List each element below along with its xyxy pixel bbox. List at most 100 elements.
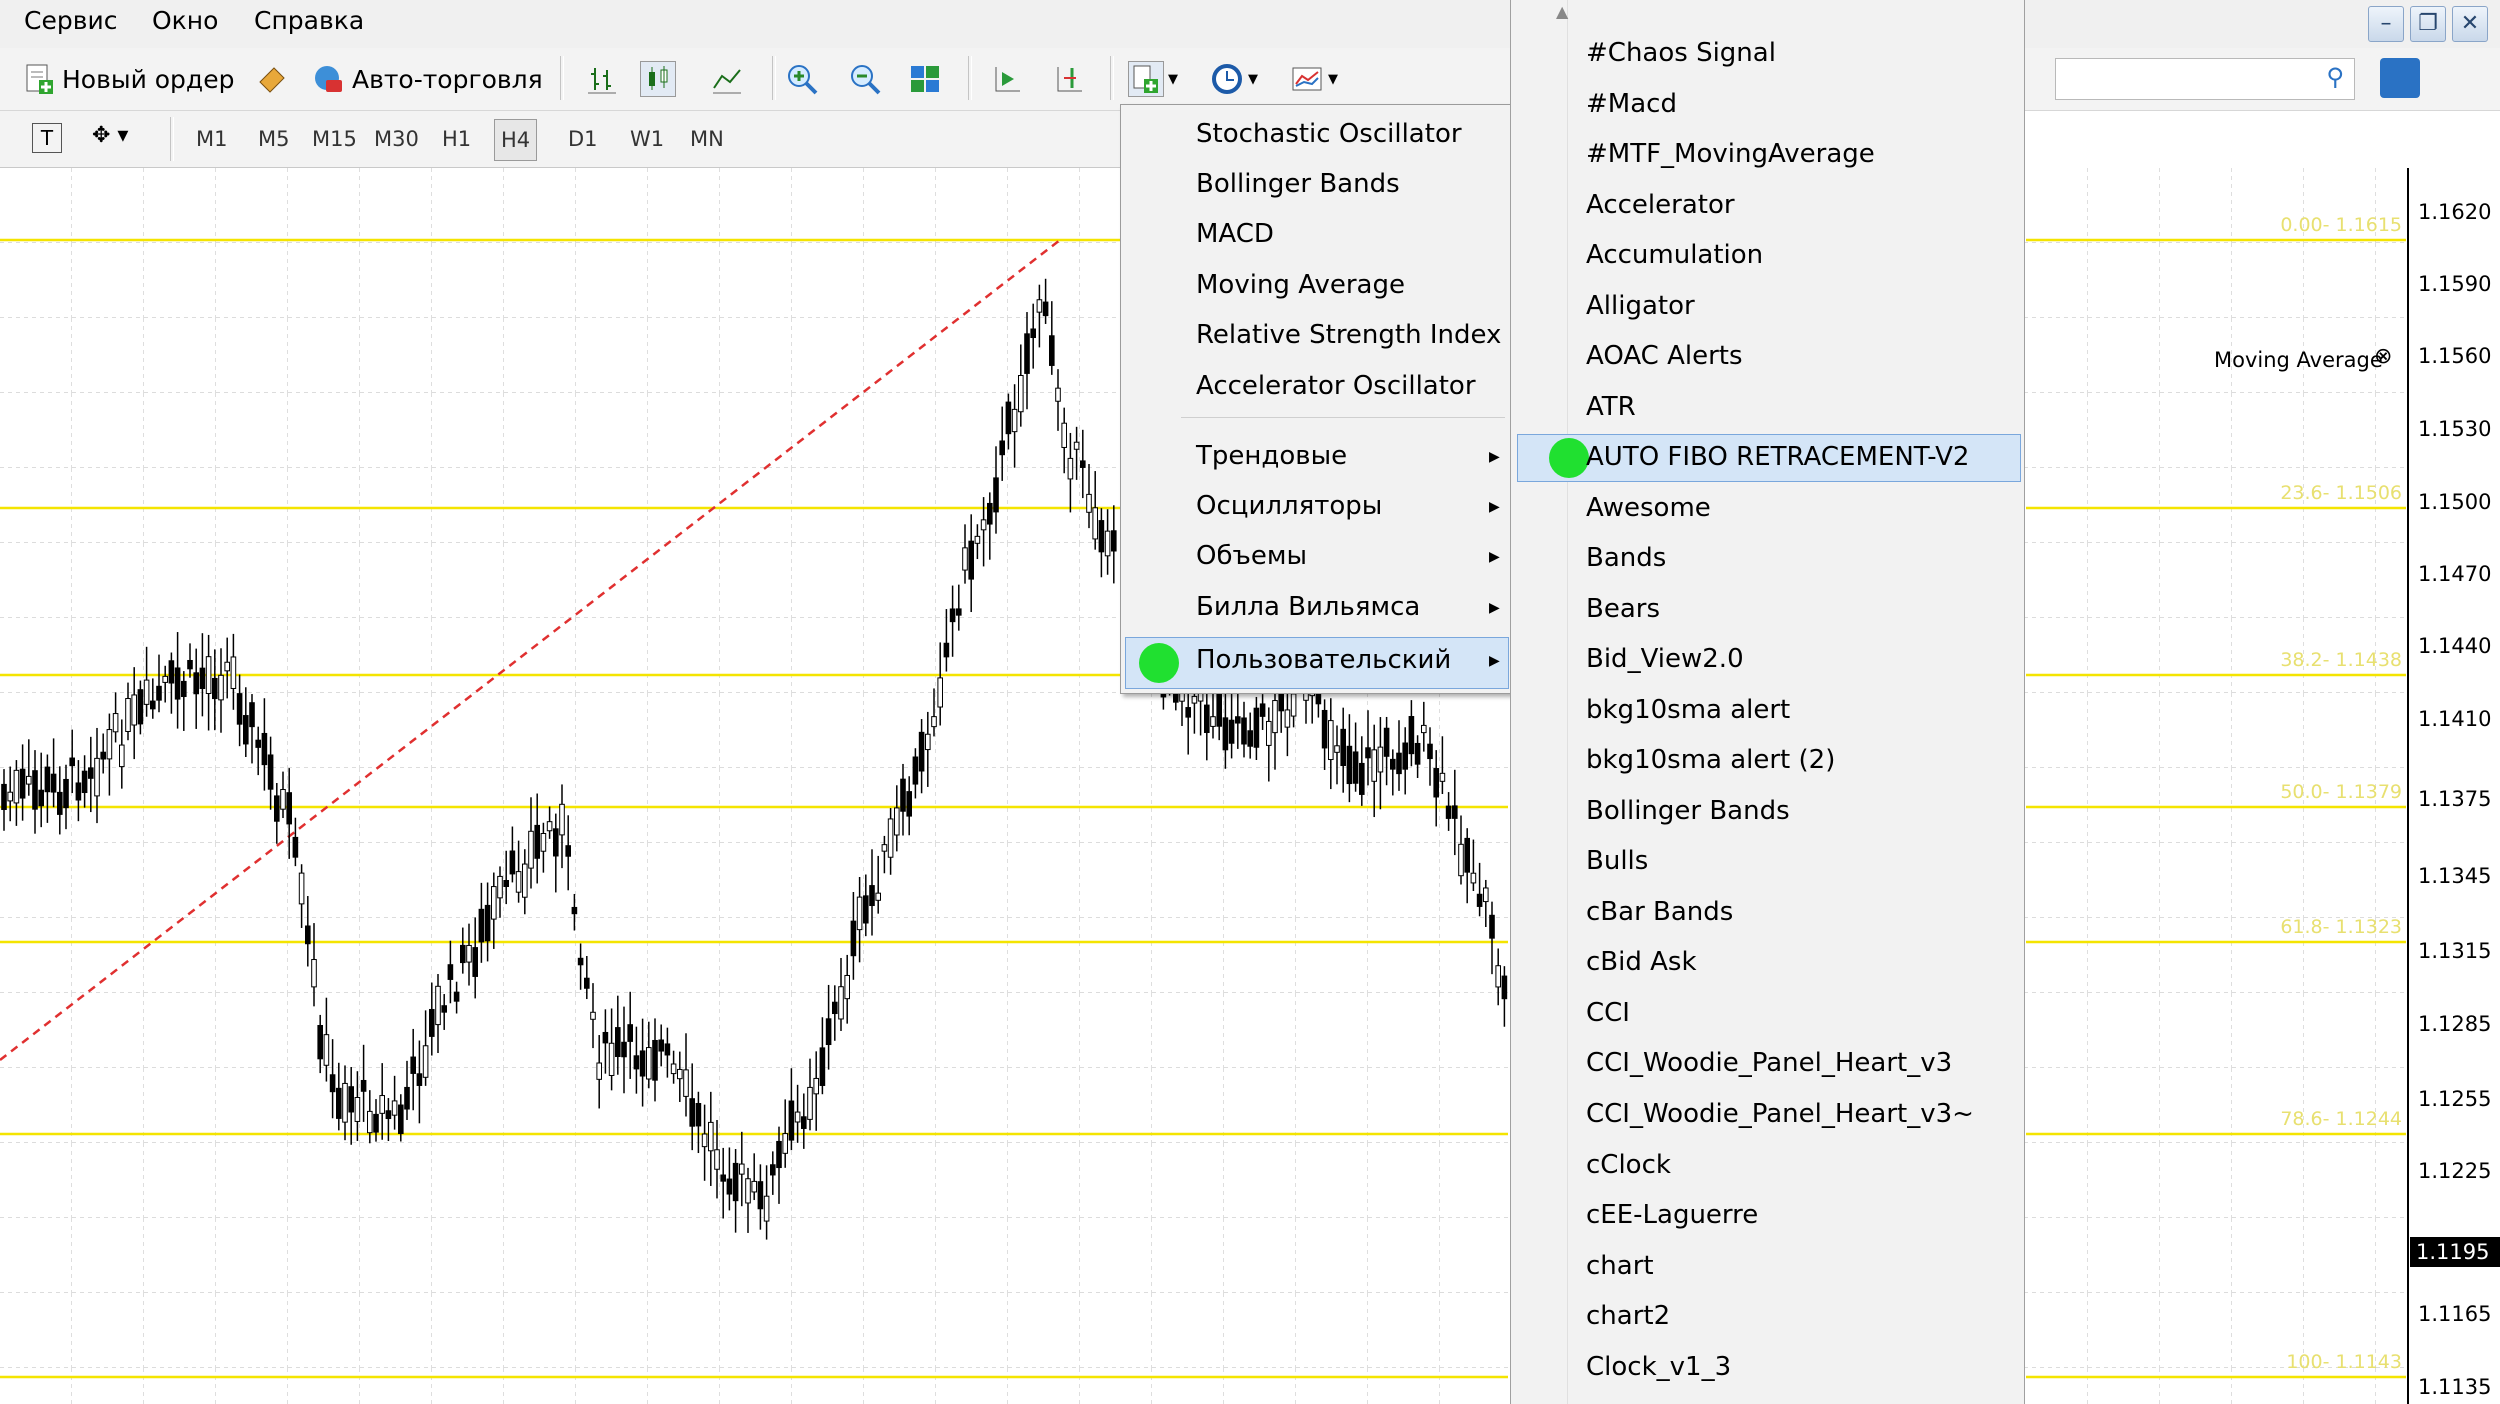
timeframe-w1[interactable]: W1 (624, 119, 670, 159)
menu-item-accelerator[interactable]: Accelerator Oscillator (1196, 371, 1476, 401)
custom-indicator-item[interactable]: Bollinger Bands (1586, 796, 1790, 826)
custom-indicator-item[interactable]: Bears (1586, 594, 1660, 624)
menu-separator (1181, 417, 1505, 418)
chart-shift-icon (1057, 67, 1082, 92)
custom-indicator-item[interactable]: Accelerator (1586, 190, 1735, 220)
custom-indicator-item[interactable]: Alligator (1586, 291, 1695, 321)
custom-indicator-item[interactable]: Clock_v1_3 (1586, 1352, 1731, 1382)
custom-indicator-item[interactable]: CCI (1586, 998, 1630, 1028)
custom-indicator-item[interactable]: cEE-Laguerre (1586, 1200, 1758, 1230)
timeframe-d1[interactable]: D1 (562, 119, 604, 159)
price-axis-line (2407, 168, 2409, 1404)
candle-body (949, 608, 956, 623)
periodicity-button[interactable]: ▼ (1210, 58, 1258, 100)
custom-indicator-item[interactable]: AUTO FIBO RETRACEMENT-V2 (1586, 442, 1969, 472)
candle-body (1402, 742, 1409, 770)
candle-body (1018, 375, 1024, 413)
custom-indicator-item[interactable]: #MTF_MovingAverage (1586, 139, 1875, 169)
toolbar-separator (560, 56, 564, 100)
custom-indicator-item[interactable]: AOAC Alerts (1586, 341, 1743, 371)
menu-item-volumes[interactable]: Объемы (1196, 541, 1307, 571)
menu-item-macd[interactable]: MACD (1196, 219, 1274, 249)
auto-trading-button[interactable]: Авто-торговля (312, 58, 543, 100)
timeframe-m5[interactable]: M5 (252, 119, 295, 159)
history-button[interactable] (254, 58, 288, 100)
timeframe-m30[interactable]: M30 (368, 119, 425, 159)
custom-indicator-item[interactable]: bkg10sma alert (1586, 695, 1790, 725)
candle-body (701, 1133, 708, 1148)
custom-indicator-item[interactable]: #Chaos Signal (1586, 38, 1776, 68)
custom-indicator-item[interactable]: CCI_Woodie_Panel_Heart_v3 (1586, 1048, 1952, 1078)
menu-item-oscillators[interactable]: Осцилляторы (1196, 491, 1382, 521)
menu-item-bollinger[interactable]: Bollinger Bands (1196, 169, 1400, 199)
custom-indicator-item[interactable]: Bulls (1586, 846, 1648, 876)
line-chart-button[interactable] (710, 58, 744, 100)
zoom-out-button[interactable] (848, 58, 882, 100)
candle-body (187, 659, 193, 670)
candle-body (912, 756, 919, 785)
candle-body (838, 986, 844, 1020)
candle-body (32, 770, 38, 810)
scroll-up-icon[interactable]: ▲ (1556, 2, 1568, 21)
custom-indicator-item[interactable]: CCI_Woodie_Panel_Heart_v3~ (1586, 1099, 1974, 1129)
chat-icon[interactable] (2380, 58, 2420, 98)
chart-shift-button[interactable] (1052, 58, 1086, 100)
custom-indicator-item[interactable]: Bands (1586, 543, 1666, 573)
close-indicator-icon[interactable]: ⊗ (2374, 344, 2392, 369)
templates-button[interactable]: ▼ (1290, 58, 1338, 100)
custom-indicator-item[interactable]: Bid_View2.0 (1586, 644, 1744, 674)
objects-tool-icon[interactable]: ✥ ▾ (92, 123, 128, 148)
tile-windows-button[interactable] (908, 58, 942, 100)
custom-indicator-item[interactable]: #Macd (1586, 89, 1677, 119)
menu-service[interactable]: Сервис (24, 6, 117, 35)
candle-chart-button[interactable] (640, 58, 676, 100)
custom-indicator-item[interactable]: Awesome (1586, 493, 1711, 523)
close-icon[interactable]: ✕ (2452, 6, 2488, 42)
candle-body (1080, 460, 1086, 468)
custom-indicator-item[interactable]: Accumulation (1586, 240, 1763, 270)
candle-body (615, 1027, 621, 1058)
timeframe-h1[interactable]: H1 (436, 119, 477, 159)
indicators-button[interactable]: ▼ (1128, 58, 1178, 100)
custom-indicator-item[interactable]: cBar Bands (1586, 897, 1733, 927)
menu-item-custom[interactable]: Пользовательский (1196, 645, 1451, 675)
candle-body (1253, 707, 1260, 748)
timeframe-m15[interactable]: M15 (306, 119, 363, 159)
main-toolbar: Новый ордер Авто-торговля ▼ ▼ ▼ ⚲ (0, 48, 2500, 111)
minimize-icon[interactable]: – (2368, 6, 2404, 42)
custom-indicator-item[interactable]: chart (1586, 1251, 1654, 1281)
custom-indicator-item[interactable]: chart2 (1586, 1301, 1670, 1331)
menu-item-bill-williams[interactable]: Билла Вильямса (1196, 592, 1420, 622)
timeframe-m1[interactable]: M1 (190, 119, 233, 159)
timeframe-mn[interactable]: MN (684, 119, 730, 159)
candle-body (13, 769, 20, 804)
zoom-in-button[interactable] (785, 58, 819, 100)
menu-item-stochastic[interactable]: Stochastic Oscillator (1196, 119, 1462, 149)
custom-indicator-item[interactable]: cBid Ask (1586, 947, 1697, 977)
new-order-button[interactable]: Новый ордер (22, 58, 234, 100)
custom-indicator-item[interactable]: cClock (1586, 1150, 1671, 1180)
restore-icon[interactable]: ❐ (2410, 6, 2446, 42)
candle-body (1055, 387, 1061, 402)
menu-window[interactable]: Окно (152, 6, 218, 35)
menu-item-rsi[interactable]: Relative Strength Index (1196, 320, 1501, 350)
candle-body (1222, 717, 1229, 751)
menu-item-moving-average[interactable]: Moving Average (1196, 270, 1405, 300)
timeframe-h4[interactable]: H4 (494, 119, 538, 161)
autoscroll-button[interactable] (990, 58, 1024, 100)
custom-indicator-item[interactable]: bkg10sma alert (2) (1586, 745, 1835, 775)
menu-bar: Сервис Окно Справка – ❐ ✕ (0, 0, 2500, 48)
candle-body (429, 1008, 435, 1037)
candle-body (1073, 441, 1080, 450)
candle-body (522, 863, 528, 898)
auto-trading-icon (315, 66, 342, 92)
candle-body (621, 1041, 627, 1058)
text-tool-icon[interactable]: T (32, 123, 62, 153)
search-input[interactable]: ⚲ (2055, 58, 2355, 100)
menu-help[interactable]: Справка (254, 6, 364, 35)
bar-chart-button[interactable] (585, 58, 619, 100)
menu-item-trend[interactable]: Трендовые (1196, 441, 1347, 471)
custom-indicator-item[interactable]: ATR (1586, 392, 1636, 422)
candle-body (844, 974, 851, 1000)
fibo-level-label: 0.00- 1.1615 (2280, 214, 2402, 236)
